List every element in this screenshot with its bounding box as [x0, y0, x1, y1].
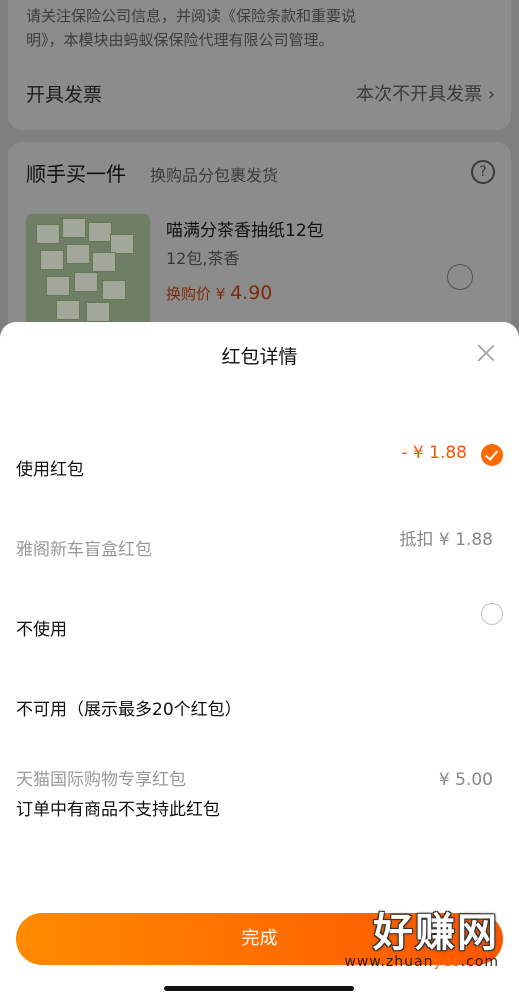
addon-title: 顺手买一件 [26, 162, 126, 186]
product-spec: 12包,茶香 [166, 249, 240, 268]
price-value: 4.90 [230, 282, 273, 304]
home-indicator[interactable] [164, 986, 354, 991]
checked-icon[interactable] [481, 444, 503, 466]
price-label: 换购价 ¥ [166, 285, 231, 303]
sheet-title: 红包详情 [221, 346, 298, 368]
product-price: 换购价 ¥ 4.90 [166, 282, 272, 304]
watermark-url: www.zhuanyes.com [344, 954, 499, 970]
not-use-label[interactable]: 不使用 [16, 615, 67, 640]
unavailable-item-amount: ¥ 5.00 [438, 770, 493, 790]
product-name[interactable]: 喵满分茶香抽纸12包 [166, 216, 324, 241]
unavailable-reason: 订单中有商品不支持此红包 [16, 800, 220, 820]
product-thumbnail[interactable] [26, 214, 150, 326]
red-packet-item-name: 雅阁新车盲盒红包 [16, 540, 152, 560]
invoice-label: 开具发票 [26, 84, 103, 106]
red-packet-deduct: 抵扣 ¥ 1.88 [399, 530, 493, 550]
red-packet-detail-sheet: 红包详情 使用红包 - ¥ 1.88 雅阁新车盲盒红包 抵扣 ¥ 1.88 不使… [0, 322, 519, 1000]
unavailable-section-label: 不可用（展示最多20个红包） [16, 700, 242, 720]
use-red-packet-label[interactable]: 使用红包 [16, 455, 84, 480]
help-icon[interactable]: ? [471, 160, 495, 184]
product-select-radio[interactable] [447, 264, 473, 290]
discount-amount: - ¥ 1.88 [401, 443, 467, 463]
invoice-value-link[interactable]: 本次不开具发票 › [356, 80, 495, 106]
watermark-text: 好赚网 [373, 910, 499, 956]
insurance-invoice-card: 请关注保险公司信息，并阅读《保险条款和重要说 明》，本模块由蚂蚁保保险代理有限公… [8, 0, 511, 130]
close-icon[interactable] [477, 344, 495, 362]
insurance-notice: 请关注保险公司信息，并阅读《保险条款和重要说 明》，本模块由蚂蚁保保险代理有限公… [26, 4, 486, 52]
watermark-url-prefix: www.zhuan [344, 954, 434, 970]
watermark-url-highlight: yes [433, 954, 461, 970]
watermark-url-suffix: .com [460, 954, 499, 970]
notice-line-1: 请关注保险公司信息，并阅读《保险条款和重要说 [26, 7, 357, 25]
watermark-logo: 好赚网 www.zhuanyes.com [344, 900, 499, 970]
addon-subtitle: 换购品分包裹发货 [150, 166, 279, 185]
notice-line-2: 明》，本模块由蚂蚁保保险代理有限公司管理。 [26, 31, 334, 49]
unavailable-item-name: 天猫国际购物专享红包 [16, 770, 186, 790]
not-use-radio[interactable] [481, 603, 503, 625]
